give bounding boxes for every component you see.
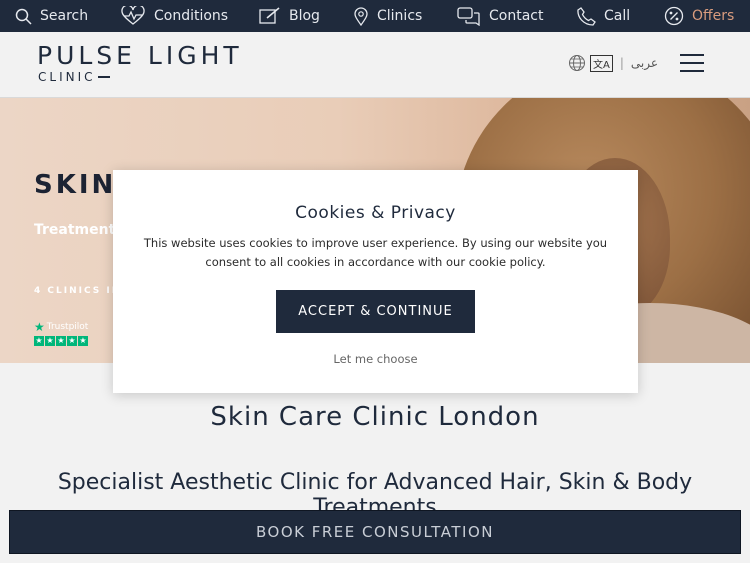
cookie-consent-dialog: Cookies & Privacy This website uses cook… [113, 170, 638, 393]
let-me-choose-link[interactable]: Let me choose [113, 352, 638, 366]
cookie-dialog-title: Cookies & Privacy [295, 203, 456, 223]
cookie-dialog-text: This website uses cookies to improve use… [143, 236, 608, 269]
accept-continue-button[interactable]: ACCEPT & CONTINUE [276, 290, 475, 333]
